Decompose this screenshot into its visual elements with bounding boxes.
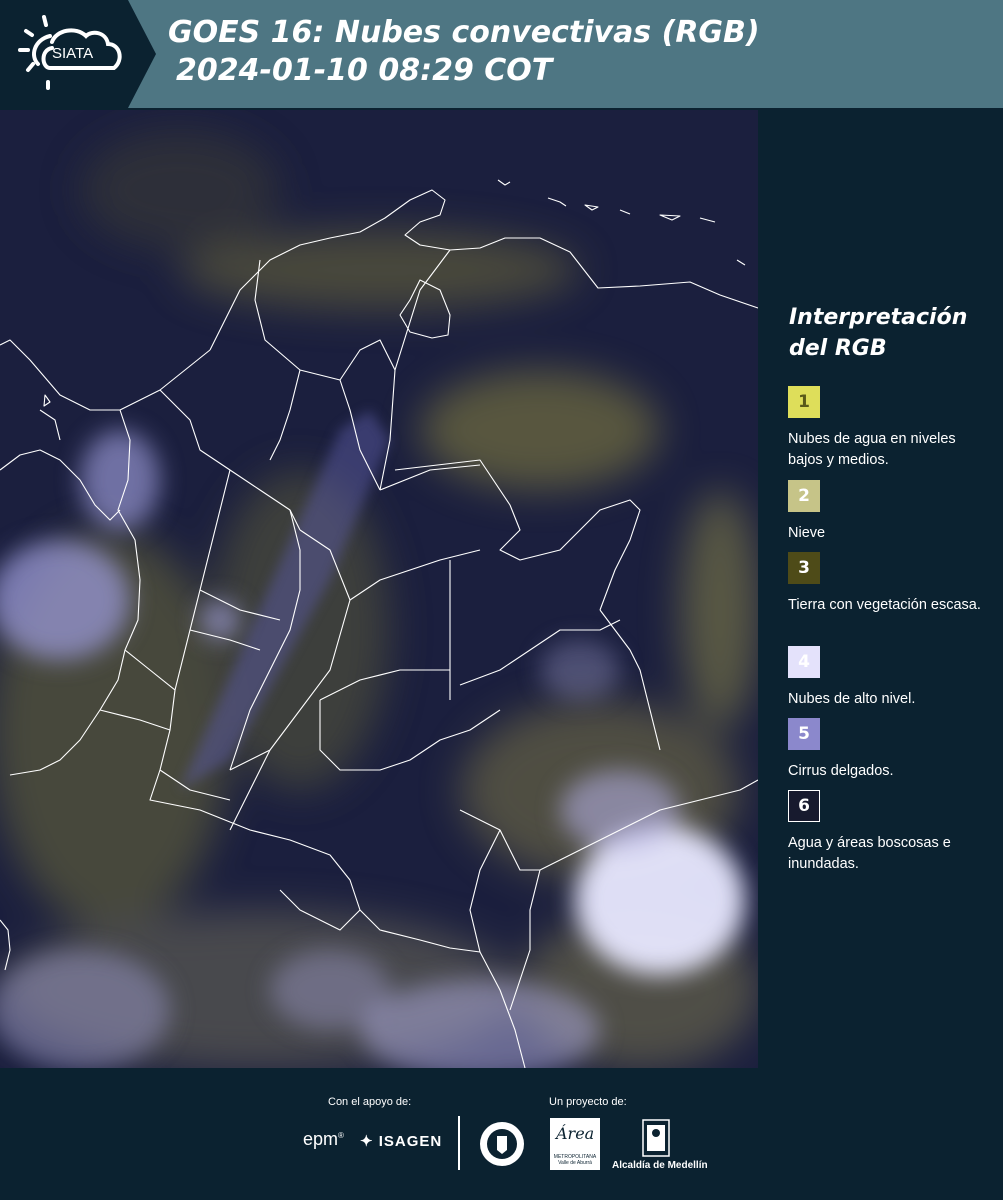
epm-logo: epm® bbox=[303, 1129, 344, 1149]
legend-title-line-2: del RGB bbox=[789, 336, 887, 361]
legend-swatch: 2 bbox=[788, 480, 820, 512]
area-metropolitana-logo: Área METROPOLITANA Valle de Aburrá bbox=[550, 1118, 600, 1170]
legend-item-1: 1 Nubes de agua en niveles bajos y medio… bbox=[788, 386, 993, 471]
epm-text: epm bbox=[303, 1129, 339, 1149]
legend-label: Tierra con vegetación escasa. bbox=[788, 597, 981, 613]
legend-label: Agua y áreas boscosas e inundadas. bbox=[788, 835, 951, 872]
title-line-2: 2024-01-10 08:29 COT bbox=[176, 53, 553, 88]
legend-label: Cirrus delgados. bbox=[788, 763, 894, 779]
legend-item-2: 2 Nieve bbox=[788, 480, 993, 544]
map-graphic bbox=[0, 110, 758, 1068]
legend-item-6: 6 Agua y áreas boscosas e inundadas. bbox=[788, 790, 993, 875]
legend-swatch: 5 bbox=[788, 718, 820, 750]
area-script: Área bbox=[556, 1124, 595, 1143]
legend-title: Interpretación del RGB bbox=[789, 302, 967, 364]
legend-item-5: 5 Cirrus delgados. bbox=[788, 718, 993, 782]
support-label: Con el apoyo de: bbox=[328, 1096, 412, 1108]
area-sub: METROPOLITANA Valle de Aburrá bbox=[553, 1154, 597, 1166]
divider bbox=[458, 1116, 460, 1170]
legend-swatch: 3 bbox=[788, 552, 820, 584]
legend-label: Nubes de alto nivel. bbox=[788, 691, 916, 707]
logo-text: SIATA bbox=[52, 45, 94, 62]
header: SIATA GOES 16: Nubes convectivas (RGB) 2… bbox=[0, 0, 1003, 108]
project-label: Un proyecto de: bbox=[549, 1096, 627, 1108]
legend-swatch: 6 bbox=[788, 790, 820, 822]
alcaldia-shield-icon bbox=[642, 1119, 670, 1157]
legend-item-3: 3 Tierra con vegetación escasa. bbox=[788, 552, 993, 616]
alcaldia-text: Alcaldía de Medellín bbox=[612, 1160, 708, 1171]
legend-item-4: 4 Nubes de alto nivel. bbox=[788, 646, 993, 710]
footer: Con el apoyo de: Un proyecto de: epm® ✦ … bbox=[0, 1072, 1003, 1200]
title-line-1: GOES 16: Nubes convectivas (RGB) bbox=[168, 15, 760, 50]
legend-swatch: 1 bbox=[788, 386, 820, 418]
university-seal-icon bbox=[480, 1122, 524, 1166]
legend-label: Nubes de agua en niveles bajos y medios. bbox=[788, 431, 956, 468]
legend-swatch: 4 bbox=[788, 646, 820, 678]
legend-title-line-1: Interpretación bbox=[789, 305, 968, 330]
isagen-text: ISAGEN bbox=[378, 1133, 443, 1150]
page-title: GOES 16: Nubes convectivas (RGB) 2024-01… bbox=[168, 14, 760, 90]
isagen-logo: ✦ ISAGEN bbox=[360, 1133, 443, 1150]
siata-logo: SIATA bbox=[0, 0, 156, 108]
satellite-map bbox=[0, 110, 758, 1068]
legend-label: Nieve bbox=[788, 525, 826, 541]
